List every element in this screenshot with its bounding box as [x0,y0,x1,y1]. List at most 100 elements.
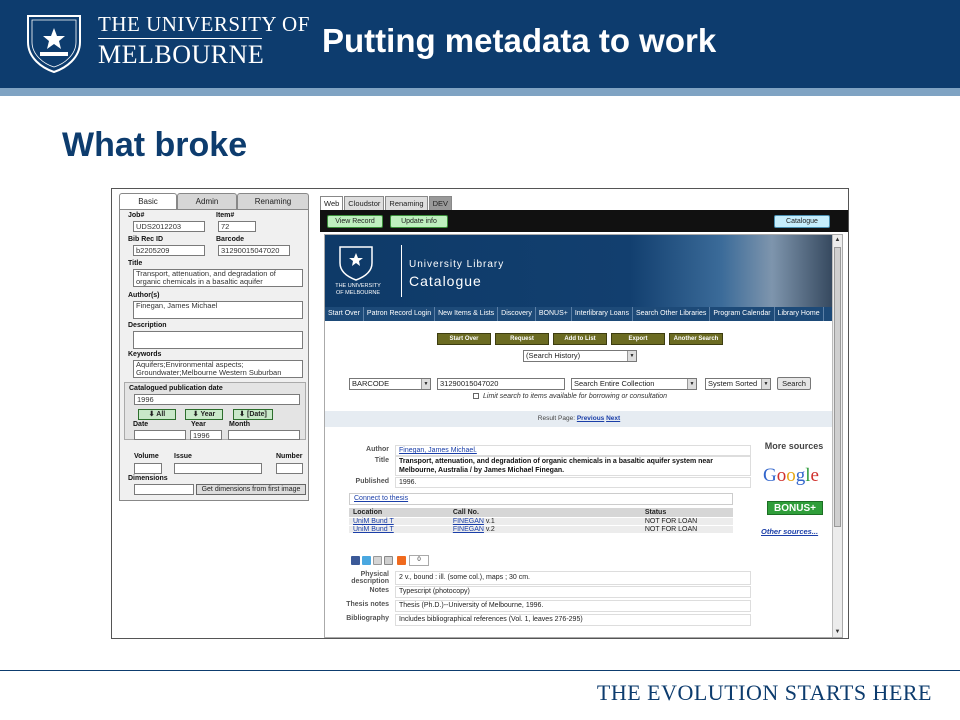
all-button[interactable]: ⬇ All [138,409,176,420]
tab-admin[interactable]: Admin [177,193,237,209]
add-to-list-button[interactable]: Add to List [553,333,607,345]
previous-link[interactable]: Previous [577,415,604,422]
search-input[interactable]: 31290015047020 [437,378,565,390]
location-link[interactable]: UniM Bund T [353,518,394,525]
search-button[interactable]: Search [777,377,811,390]
request-button[interactable]: Request [495,333,549,345]
callno-link[interactable]: FINEGAN [453,518,484,525]
date-button-label: [Date] [246,411,267,418]
published-record-label: Published [355,478,389,485]
search-history-select[interactable]: (Search History) ▼ [523,350,637,362]
scrollbar[interactable]: ▲ ▼ [832,235,842,637]
search-type-select[interactable]: BARCODE ▼ [349,378,431,390]
get-dimensions-button[interactable]: Get dimensions from first image [196,484,306,495]
location-link[interactable]: UniM Bund T [353,526,394,533]
month-label: Month [229,421,250,428]
item-label: Item# [216,212,235,219]
author-label: Author(s) [128,292,160,299]
year-field[interactable]: 1996 [190,430,222,440]
limit-checkbox[interactable] [473,393,479,400]
email-share-icon[interactable] [373,556,382,565]
export-button[interactable]: Export [611,333,665,345]
all-button-label: All [156,411,166,418]
another-search-button[interactable]: Another Search [669,333,723,345]
issue-field[interactable] [174,463,262,474]
catalogued-label: Catalogued publication date [129,385,223,392]
chevron-down-icon: ▼ [627,351,636,361]
keywords-field[interactable]: Aquifers;Environmental aspects; Groundwa… [133,360,303,378]
barcode-field[interactable]: 31290015047020 [218,245,290,256]
scroll-up-icon[interactable]: ▲ [833,235,842,245]
facebook-share-icon[interactable] [351,556,360,565]
nav-new-items[interactable]: New Items & Lists [435,307,499,321]
bonus-link[interactable]: BONUS+ [767,501,823,515]
view-record-button[interactable]: View Record [327,215,383,228]
bib-rec-label: Bib Rec ID [128,236,164,243]
other-sources-link[interactable]: Other sources... [761,527,818,536]
nav-start-over[interactable]: Start Over [325,307,364,321]
notes-record-value: Typescript (photocopy) [395,586,751,598]
dimensions-field[interactable] [134,484,194,495]
title-label: Title [128,260,143,267]
keywords-label: Keywords [128,351,162,358]
catalogue-viewport: THE UNIVERSITY OF MELBOURNE University L… [324,234,843,638]
limit-search-option[interactable]: Limit search to items available for borr… [473,393,667,400]
tab-renaming[interactable]: Renaming [237,193,309,209]
update-info-button[interactable]: Update info [390,215,448,228]
slide-subtitle: What broke [62,126,248,164]
print-icon[interactable] [384,556,393,565]
nav-interlibrary-loans[interactable]: Interlibrary Loans [572,307,633,321]
tab-basic[interactable]: Basic [119,193,177,209]
job-field[interactable]: UDS2012203 [133,221,205,232]
author-record-label: Author [366,446,389,453]
scrollbar-thumb[interactable] [834,247,841,527]
next-link[interactable]: Next [606,415,620,422]
google-link[interactable]: Google [763,465,819,487]
tab-web[interactable]: Web [320,196,344,210]
nav-discovery[interactable]: Discovery [498,307,536,321]
bib-rec-field[interactable]: b2205209 [133,245,205,256]
job-label: Job# [128,212,145,219]
sort-value: System Sorted [708,379,758,388]
catalogued-field[interactable]: 1996 [134,394,300,405]
number-field[interactable] [276,463,303,474]
volume-value: v.2 [485,526,495,533]
description-field[interactable] [133,331,303,349]
search-scope-value: Search Entire Collection [574,379,655,388]
tab-cloudstor[interactable]: Cloudstor [344,196,385,210]
scroll-down-icon[interactable]: ▼ [833,627,842,637]
sort-select[interactable]: System Sorted ▼ [705,378,771,390]
year-button[interactable]: ⬇ Year [185,409,223,420]
nav-bonus[interactable]: BONUS+ [536,307,572,321]
author-record-value: Finegan, James Michael. [395,445,751,456]
date-field[interactable] [134,430,186,440]
author-link[interactable]: Finegan, James Michael. [399,447,477,454]
banner-university-name: THE UNIVERSITY OF MELBOURNE [335,283,381,296]
title-field[interactable]: Transport, attenuation, and degradation … [133,269,303,287]
month-field[interactable] [228,430,300,440]
physical-record-label: Physical description [351,571,389,585]
title-record-label: Title [374,457,389,464]
tab-dev[interactable]: DEV [428,196,453,210]
volume-value: v.1 [485,518,495,525]
search-scope-select[interactable]: Search Entire Collection ▼ [571,378,697,390]
item-field[interactable]: 72 [218,221,256,232]
catalogue-button[interactable]: Catalogue [774,215,830,228]
volume-field[interactable] [134,463,162,474]
nav-patron-login[interactable]: Patron Record Login [364,307,436,321]
add-share-icon[interactable] [397,556,406,565]
nav-search-other-libraries[interactable]: Search Other Libraries [633,307,711,321]
twitter-share-icon[interactable] [362,556,371,565]
footer-tagline: THE EVOLUTION STARTS HERE [596,680,932,705]
callno-link[interactable]: FINEGAN [453,526,484,533]
connect-thesis-link[interactable]: Connect to thesis [354,495,408,502]
volume-label: Volume [134,453,159,460]
university-name-rule [98,38,262,39]
author-field[interactable]: Finegan, James Michael [133,301,303,319]
date-button[interactable]: ⬇ [Date] [233,409,273,420]
nav-program-calendar[interactable]: Program Calendar [710,307,775,321]
start-over-button[interactable]: Start Over [437,333,491,345]
nav-library-home[interactable]: Library Home [775,307,824,321]
catalogue-banner: THE UNIVERSITY OF MELBOURNE University L… [325,235,833,307]
tab-renaming-browser[interactable]: Renaming [385,196,428,210]
